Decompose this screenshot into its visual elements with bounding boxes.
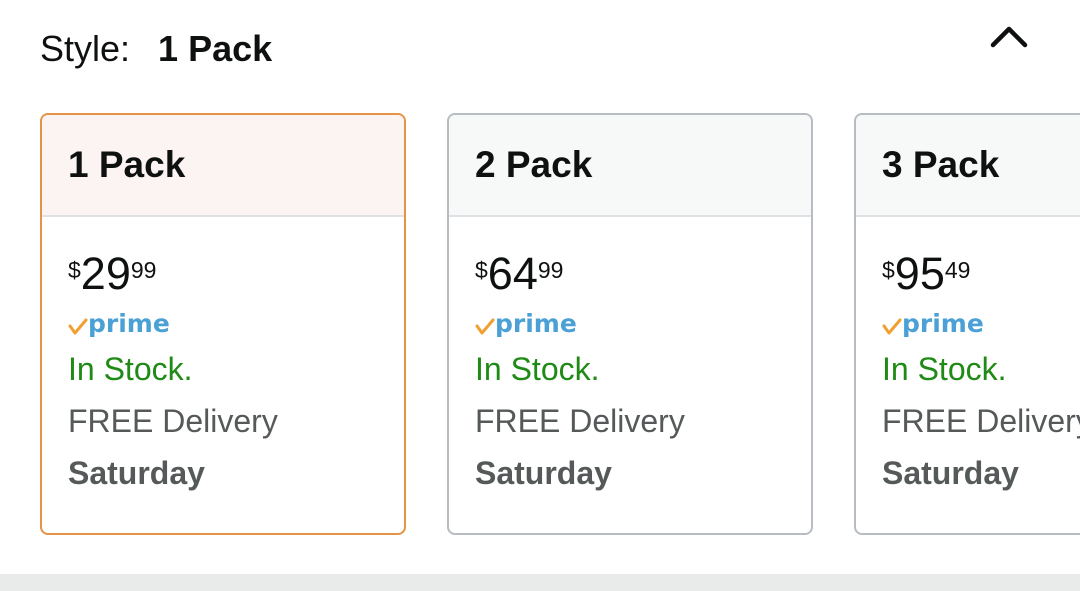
option-details: $ 95 49 prime In Stock. FREE Delivery Sa… [856, 217, 1080, 499]
price-fraction: 99 [537, 257, 564, 283]
selected-style-value: 1 Pack [158, 28, 273, 69]
price-currency-symbol: $ [68, 257, 81, 283]
prime-badge: prime [882, 305, 1080, 341]
option-header: 3 Pack [856, 115, 1080, 217]
price-fraction: 49 [944, 257, 971, 283]
option-price: $ 64 99 [475, 247, 811, 301]
delivery-label: FREE Delivery [475, 403, 685, 439]
style-option-3-pack[interactable]: 3 Pack $ 95 49 prime In Stock. FREE Deli… [854, 113, 1080, 535]
option-details: $ 29 99 prime In Stock. FREE Delivery Sa… [42, 217, 404, 499]
option-details: $ 64 99 prime In Stock. FREE Delivery Sa… [449, 217, 811, 499]
style-options-carousel[interactable]: 1 Pack $ 29 99 prime In Stock. FREE Deli… [0, 113, 1080, 538]
option-title: 2 Pack [475, 144, 593, 185]
option-title: 1 Pack [68, 144, 186, 185]
prime-label: prime [495, 308, 577, 338]
price-fraction: 99 [130, 257, 157, 283]
chevron-up-icon [990, 26, 1028, 48]
option-title: 3 Pack [882, 144, 1000, 185]
prime-label: prime [902, 308, 984, 338]
option-price: $ 95 49 [882, 247, 1080, 301]
stock-status: In Stock. [68, 351, 193, 387]
delivery-day: Saturday [68, 455, 205, 491]
price-currency-symbol: $ [475, 257, 488, 283]
prime-badge: prime [68, 305, 404, 341]
prime-label: prime [88, 308, 170, 338]
price-currency-symbol: $ [882, 257, 895, 283]
option-header: 1 Pack [42, 115, 404, 217]
stock-status: In Stock. [882, 351, 1007, 387]
prime-check-icon [475, 318, 495, 335]
option-header: 2 Pack [449, 115, 811, 217]
delivery-label: FREE Delivery [68, 403, 278, 439]
price-whole: 64 [487, 248, 538, 299]
option-price: $ 29 99 [68, 247, 404, 301]
prime-badge: prime [475, 305, 811, 341]
style-option-1-pack[interactable]: 1 Pack $ 29 99 prime In Stock. FREE Deli… [40, 113, 406, 535]
price-whole: 29 [80, 248, 131, 299]
collapse-styles-button[interactable] [984, 16, 1034, 56]
stock-status: In Stock. [475, 351, 600, 387]
section-divider [0, 574, 1080, 591]
delivery-label: FREE Delivery [882, 403, 1080, 439]
delivery-day: Saturday [882, 455, 1019, 491]
style-label: Style: [40, 28, 131, 69]
style-selector-header: Style: 1 Pack [40, 26, 272, 72]
prime-check-icon [68, 318, 88, 335]
price-whole: 95 [894, 248, 945, 299]
delivery-day: Saturday [475, 455, 612, 491]
prime-check-icon [882, 318, 902, 335]
style-option-2-pack[interactable]: 2 Pack $ 64 99 prime In Stock. FREE Deli… [447, 113, 813, 535]
